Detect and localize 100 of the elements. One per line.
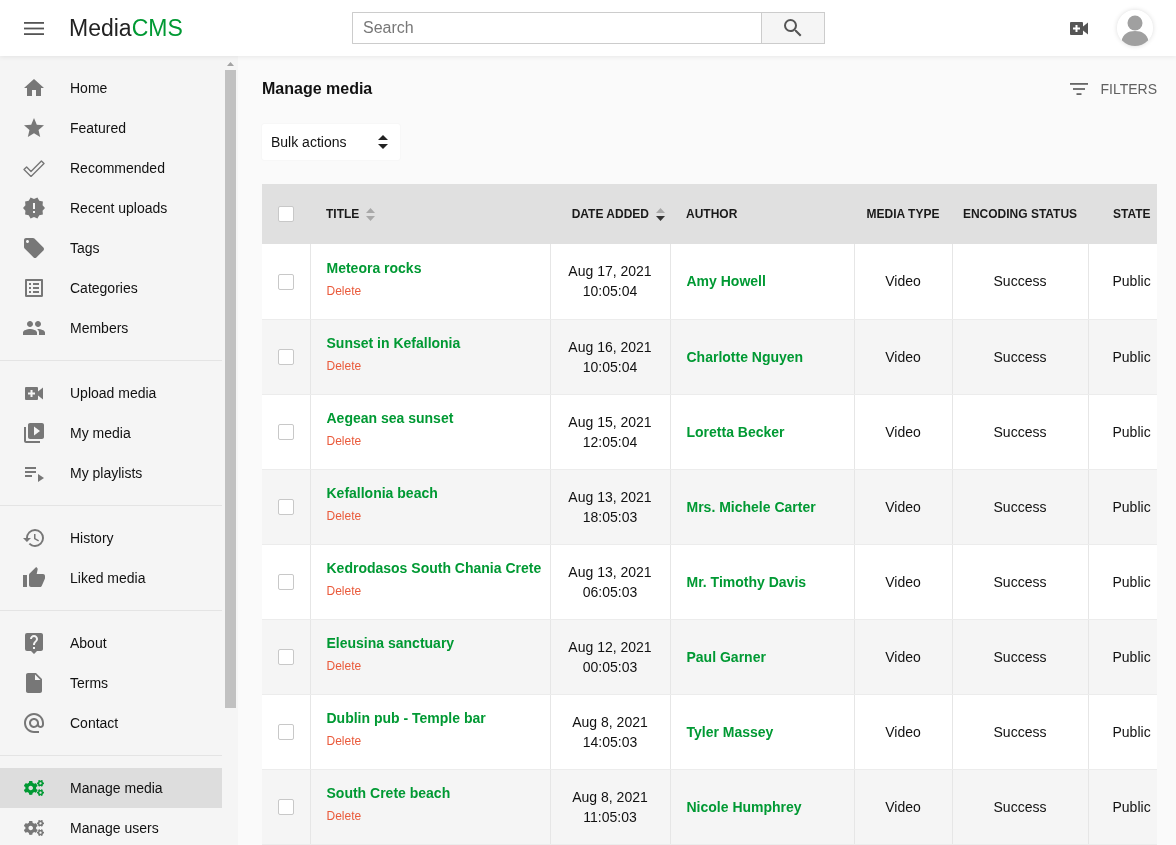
media-type-text: Video	[885, 573, 921, 590]
delete-link[interactable]: Delete	[326, 734, 362, 748]
encoding-status-text: Success	[993, 648, 1047, 665]
sidebar-item[interactable]: About	[0, 623, 222, 663]
tag-icon	[22, 236, 46, 260]
help-icon	[22, 631, 46, 655]
column-header: AUTHOR	[686, 207, 738, 221]
row-checkbox[interactable]	[277, 499, 294, 516]
delete-link[interactable]: Delete	[326, 434, 362, 448]
time-text: 10:05:04	[582, 282, 638, 302]
time-text: 12:05:04	[582, 432, 638, 452]
row-checkbox[interactable]	[277, 424, 294, 441]
scrollbar-thumb[interactable]	[224, 70, 236, 708]
delete-link[interactable]: Delete	[326, 283, 362, 298]
media-type-text: Video	[885, 498, 921, 515]
author-link[interactable]: Amy Howell	[686, 273, 766, 290]
sidebar-item[interactable]: Upload media	[0, 373, 222, 413]
scroll-up-arrow-icon[interactable]	[226, 62, 234, 66]
page-title: Manage media	[262, 80, 373, 98]
date-text: Aug 13, 2021	[568, 562, 652, 582]
sidebar-item[interactable]: Manage users	[0, 808, 222, 845]
row-checkbox[interactable]	[277, 273, 294, 290]
time-text: 14:05:03	[582, 732, 638, 752]
sidebar-item[interactable]: Recent uploads	[0, 188, 222, 228]
time-text: 11:05:03	[583, 807, 637, 827]
delete-link[interactable]: Delete	[326, 659, 362, 673]
time-text: 06:05:03	[582, 582, 638, 602]
search-field[interactable]: Search	[352, 12, 761, 44]
media-type-text: Video	[885, 648, 921, 665]
media-type-text: Video	[885, 723, 921, 740]
gears-icon	[24, 778, 44, 798]
media-title-link[interactable]: Meteora rocks	[326, 258, 422, 277]
state-text: Public	[1112, 573, 1151, 590]
author-link[interactable]: Loretta Becker	[686, 423, 785, 440]
sidebar-item[interactable]: Featured	[0, 108, 222, 148]
at-sign-icon	[22, 711, 46, 735]
author-link[interactable]: Mrs. Michele Carter	[686, 498, 816, 515]
menu-icon[interactable]	[24, 21, 44, 35]
logo[interactable]: MediaCMS	[69, 16, 183, 40]
column-header: MEDIA TYPE	[866, 207, 940, 221]
sidebar-item[interactable]: My playlists	[0, 453, 222, 493]
media-title-link[interactable]: South Crete beach	[326, 784, 451, 802]
sidebar-item[interactable]: My media	[0, 413, 222, 453]
author-link[interactable]: Tyler Massey	[686, 723, 774, 740]
row-checkbox[interactable]	[277, 649, 294, 666]
state-text: Public	[1112, 273, 1151, 290]
delete-link[interactable]: Delete	[326, 809, 362, 823]
state-text: Public	[1112, 723, 1151, 740]
up-down-caret-icon	[378, 135, 388, 149]
row-checkbox[interactable]	[277, 724, 294, 741]
select-all-checkbox[interactable]	[278, 206, 294, 222]
sidebar-item[interactable]: Manage media	[0, 768, 222, 808]
delete-link[interactable]: Delete	[326, 359, 362, 373]
media-title-link[interactable]: Sunset in Kefallonia	[326, 334, 461, 352]
column-header: ENCODING STATUS	[962, 207, 1078, 221]
media-title-link[interactable]: Dublin pub - Temple bar	[326, 709, 486, 727]
media-title-link[interactable]: Kedrodasos South Chania Crete	[326, 559, 542, 577]
bulk-actions-select[interactable]: Bulk actions	[262, 124, 400, 160]
sidebar-item[interactable]: Categories	[0, 268, 222, 308]
row-checkbox[interactable]	[277, 799, 294, 816]
gears-icon	[24, 818, 44, 838]
state-text: Public	[1112, 648, 1151, 665]
media-title-link[interactable]: Kefallonia beach	[326, 484, 438, 502]
author-link[interactable]: Charlotte Nguyen	[686, 348, 804, 365]
row-checkbox[interactable]	[277, 574, 294, 591]
search-button[interactable]	[761, 12, 825, 44]
alert-badge-icon	[22, 196, 46, 220]
delete-link[interactable]: Delete	[326, 509, 362, 523]
sidebar-item[interactable]: Terms	[0, 663, 222, 703]
author-link[interactable]: Paul Garner	[686, 648, 766, 665]
date-text: Aug 12, 2021	[568, 637, 652, 657]
column-header: STATE	[1113, 207, 1151, 221]
sidebar-item[interactable]: Contact	[0, 703, 222, 743]
star-icon	[22, 116, 46, 140]
date-text: Aug 15, 2021	[568, 412, 652, 432]
date-text: Aug 8, 2021	[572, 787, 648, 807]
column-header[interactable]: TITLE	[326, 207, 376, 221]
sidebar-item[interactable]: Liked media	[0, 558, 222, 598]
author-link[interactable]: Mr. Timothy Davis	[686, 573, 807, 590]
media-title-link[interactable]: Eleusina sanctuary	[326, 634, 455, 652]
filters-button[interactable]: FILTERS	[1070, 81, 1157, 97]
sidebar-item[interactable]: Members	[0, 308, 222, 348]
column-header[interactable]: DATE ADDED	[571, 207, 665, 221]
video-add-icon[interactable]	[1070, 21, 1088, 35]
sidebar-item[interactable]: Home	[0, 68, 222, 108]
media-type-text: Video	[885, 273, 921, 290]
media-type-text: Video	[885, 798, 921, 815]
video-add-icon	[25, 386, 43, 400]
user-avatar[interactable]	[1117, 10, 1153, 46]
sidebar-item[interactable]: Tags	[0, 228, 222, 268]
sidebar-item[interactable]: History	[0, 518, 222, 558]
media-title-link[interactable]: Aegean sea sunset	[326, 409, 454, 427]
author-link[interactable]: Nicole Humphrey	[686, 798, 802, 815]
encoding-status-text: Success	[993, 573, 1047, 590]
delete-link[interactable]: Delete	[326, 584, 362, 598]
list-icon	[22, 276, 46, 300]
sidebar-item[interactable]: Recommended	[0, 148, 222, 188]
row-checkbox[interactable]	[277, 349, 294, 366]
date-text: Aug 16, 2021	[568, 337, 652, 357]
media-type-text: Video	[885, 348, 921, 365]
